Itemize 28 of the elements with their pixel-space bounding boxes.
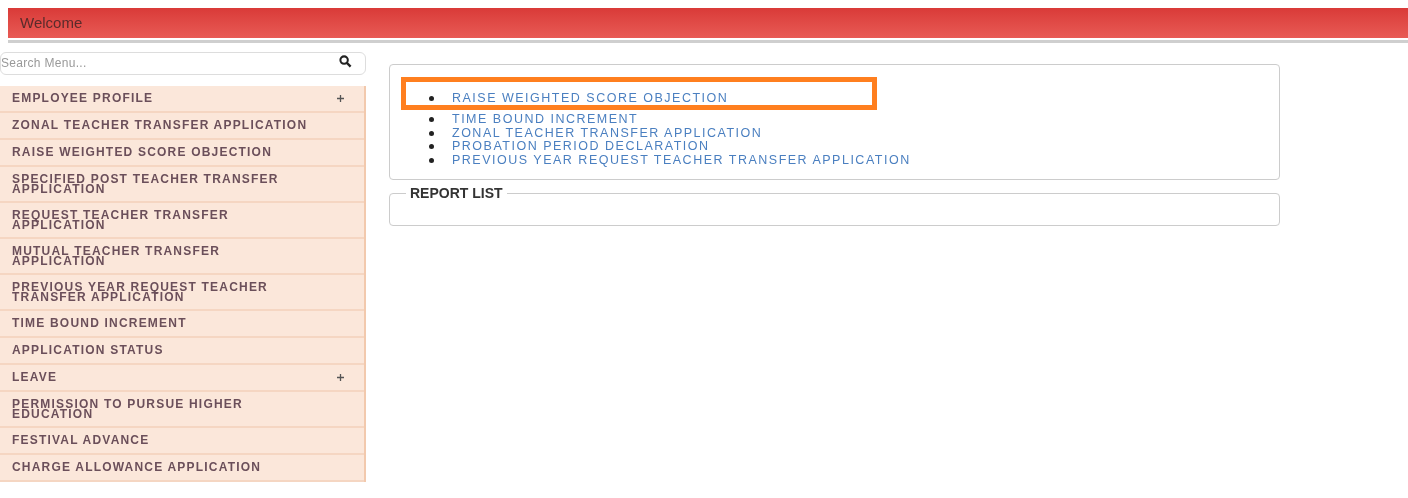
- bullet-icon: [429, 144, 434, 150]
- sidebar-item[interactable]: RAISE WEIGHTED SCORE OBJECTION: [0, 139, 364, 167]
- sidebar-item[interactable]: CHARGE ALLOWANCE APPLICATION: [0, 454, 364, 482]
- bullet-icon: [429, 157, 434, 163]
- plus-icon: [337, 373, 344, 381]
- sidebar-item[interactable]: PREVIOUS YEAR REQUEST TEACHER TRANSFER APPLICATION: [0, 274, 364, 311]
- quick-link[interactable]: ZONAL TEACHER TRANSFER APPLICATION: [452, 126, 763, 140]
- sidebar-item[interactable]: EMPLOYEE PROFILE: [0, 85, 364, 113]
- bullet-icon: [429, 96, 434, 101]
- sidebar-item[interactable]: ZONAL TEACHER TRANSFER APPLICATION: [0, 112, 364, 140]
- quick-link[interactable]: PROBATION PERIOD DECLARATION: [452, 140, 710, 154]
- search-field[interactable]: Search Menu...: [0, 51, 366, 75]
- quick-link[interactable]: PREVIOUS YEAR REQUEST TEACHER TRANSFER APPLICATION: [452, 153, 911, 167]
- header-title: Welcome: [20, 12, 83, 33]
- bullet-icon: [429, 117, 434, 123]
- sidebar-item[interactable]: MUTUAL TEACHER TRANSFER APPLICATION: [0, 238, 364, 275]
- bullet-icon: [429, 130, 434, 136]
- sidebar-item[interactable]: PERMISSION TO PURSUE HIGHER EDUCATION: [0, 391, 364, 428]
- sidebar-item[interactable]: FESTIVAL ADVANCE: [0, 427, 364, 455]
- sidebar-item[interactable]: TIME BOUND INCREMENT: [0, 310, 364, 338]
- quick-link[interactable]: TIME BOUND INCREMENT: [452, 113, 639, 127]
- report-list-title: REPORT LIST: [409, 186, 504, 200]
- plus-icon: [337, 94, 344, 102]
- sidebar-item[interactable]: APPLICATION STATUS: [0, 337, 364, 365]
- sidebar-item[interactable]: LEAVE: [0, 364, 364, 392]
- search-icon[interactable]: [339, 55, 352, 68]
- sidebar-item[interactable]: REQUEST TEACHER TRANSFER APPLICATION: [0, 202, 364, 239]
- sidebar-item[interactable]: SPECIFIED POST TEACHER TRANSFER APPLICATION: [0, 166, 364, 203]
